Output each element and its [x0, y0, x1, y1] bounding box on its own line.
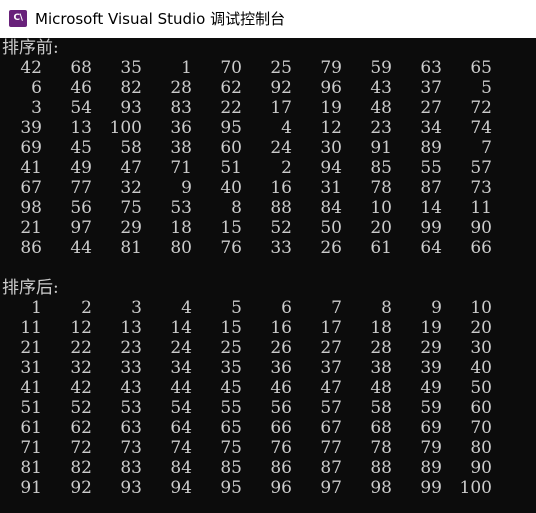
number-cell: 90: [470, 458, 492, 478]
number-cell: 5: [481, 78, 492, 98]
number-cell: 30: [470, 338, 492, 358]
number-cell: 74: [470, 118, 492, 138]
number-cell: 73: [470, 178, 492, 198]
number-cell: 100: [459, 478, 492, 498]
console-output: 排序前: 42 68 35 1 70 25 79 59 63 65 6 46 82 28 62 92 96 43 3…: [0, 38, 536, 513]
number-cell: 11: [470, 198, 492, 218]
number-cell: 7: [481, 138, 492, 158]
number-cell: 80: [470, 438, 492, 458]
console-window: C\ Microsoft Visual Studio 调试控制台 排序前: 42…: [0, 0, 536, 513]
number-cell: 90: [470, 218, 492, 238]
number-cell: 50: [470, 378, 492, 398]
number-cell: 60: [470, 398, 492, 418]
number-cell: 72: [470, 98, 492, 118]
title-bar[interactable]: C\ Microsoft Visual Studio 调试控制台: [0, 0, 536, 38]
number-cell: 66: [470, 238, 492, 258]
number-cell: 20: [470, 318, 492, 338]
before-sort-label: 排序前:: [2, 38, 59, 58]
number-cell: 57: [470, 158, 492, 178]
number-cell: 10: [470, 298, 492, 318]
number-cell: 40: [470, 358, 492, 378]
after-sort-label: 排序后:: [2, 278, 59, 298]
visual-studio-debug-console-icon: C\: [9, 10, 27, 27]
number-cell: 70: [470, 418, 492, 438]
number-cell: 65: [470, 58, 492, 78]
window-title: Microsoft Visual Studio 调试控制台: [35, 10, 286, 28]
